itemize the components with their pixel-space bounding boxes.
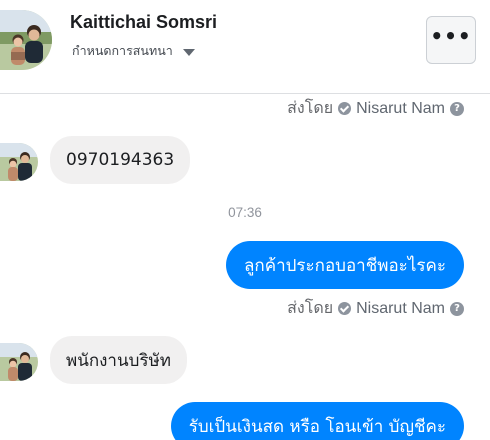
message-text: รับเป็นเงินสด หรือ โอนเข้า บัญชีคะ xyxy=(188,416,446,437)
caret-down-icon xyxy=(182,48,195,56)
message-text: 0970194363 xyxy=(66,150,175,170)
outgoing-message[interactable]: ลูกค้าประกอบอาชีพอะไรคะ xyxy=(226,241,464,289)
contact-avatar-small[interactable] xyxy=(0,143,38,181)
message-text: พนักงานบริษัท xyxy=(66,350,171,371)
outgoing-message[interactable]: รับเป็นเงินสด หรือ โอนเข้า บัญชีคะ xyxy=(170,402,464,440)
conversation-header: Kaittichai Somsri กำหนดการสนทนา ••• xyxy=(0,0,490,94)
message-text: ลูกค้าประกอบอาชีพอะไรคะ xyxy=(244,255,446,276)
conversation-settings-label: กำหนดการสนทนา xyxy=(72,43,173,58)
sent-by-row: ส่งโดย Nisarut Nam ? xyxy=(287,96,464,121)
check-circle-icon xyxy=(338,302,352,315)
sent-by-row: ส่งโดย Nisarut Nam ? xyxy=(287,296,464,321)
conversation-settings-dropdown[interactable]: กำหนดการสนทนา xyxy=(72,41,195,61)
sender-name: Nisarut Nam xyxy=(356,299,445,317)
incoming-message[interactable]: พนักงานบริษัท xyxy=(50,336,187,384)
sent-by-label: ส่งโดย xyxy=(287,300,334,317)
sent-by-label: ส่งโดย xyxy=(287,100,334,117)
incoming-message[interactable]: 0970194363 xyxy=(50,136,191,184)
sender-name: Nisarut Nam xyxy=(356,99,445,117)
contact-name[interactable]: Kaittichai Somsri xyxy=(70,12,217,33)
check-circle-icon xyxy=(338,102,352,115)
contact-avatar-small[interactable] xyxy=(0,343,38,381)
message-timestamp: 07:36 xyxy=(228,205,262,220)
contact-avatar[interactable] xyxy=(0,10,52,70)
question-circle-icon[interactable]: ? xyxy=(450,301,464,316)
more-options-button[interactable]: ••• xyxy=(426,16,476,64)
more-options-label: ••• xyxy=(430,24,472,48)
question-circle-icon[interactable]: ? xyxy=(450,101,464,116)
